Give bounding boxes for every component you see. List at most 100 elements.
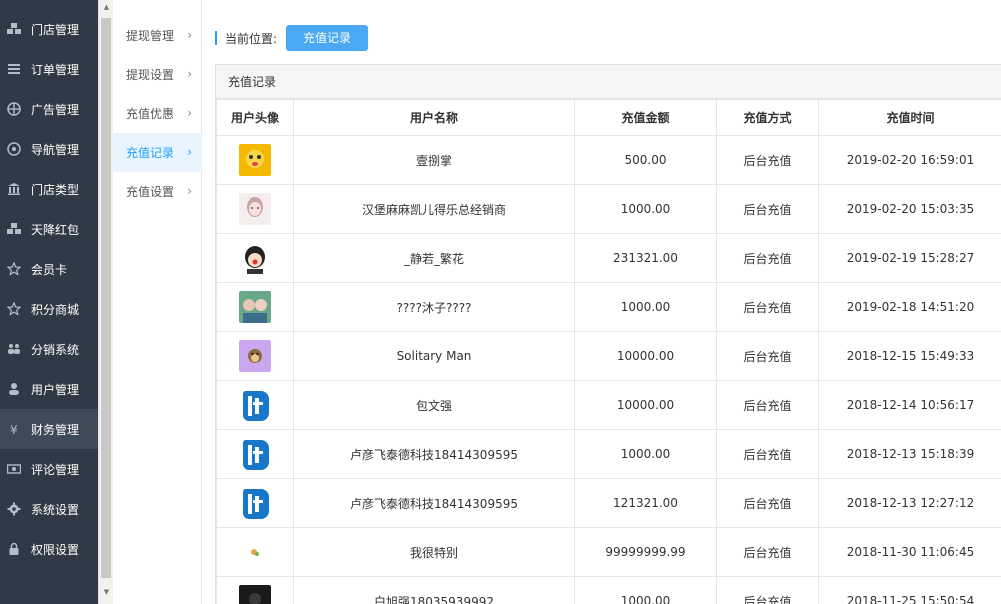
list-icon [7, 62, 21, 76]
time-cell: 2019-02-20 15:03:35 [818, 184, 1001, 234]
sidebar-item-label: 财务管理 [31, 422, 80, 437]
time-cell: 2019-02-19 15:28:27 [818, 233, 1001, 283]
username-cell: ????沐子???? [293, 282, 575, 332]
amount-cell: 231321.00 [574, 233, 717, 283]
breadcrumb: 当前位置: 充值记录 [215, 25, 369, 51]
time-cell: 2019-02-18 14:51:20 [818, 282, 1001, 332]
sidebar-item-1[interactable]: 订单管理 [0, 49, 98, 89]
compass-icon [7, 142, 21, 156]
sidebar-item-label: 天降红包 [31, 222, 80, 237]
sidebar-item-13[interactable]: 权限设置 [0, 529, 98, 569]
table-row: ????沐子???? 1000.00 后台充值 2019-02-18 14:51:20 [216, 282, 1001, 332]
avatar-cell [216, 135, 294, 185]
header-username: 用户名称 [293, 99, 575, 136]
sidebar-item-5[interactable]: 天降红包 [0, 209, 98, 249]
avatar [239, 193, 271, 225]
table-row: 壹捌掌 500.00 后台充值 2019-02-20 16:59:01 [216, 135, 1001, 185]
method-cell: 后台充值 [716, 282, 819, 332]
sidebar-item-label: 导航管理 [31, 142, 80, 157]
sidebar-item-label: 广告管理 [31, 102, 80, 117]
submenu-item-2[interactable]: 充值优惠 › [113, 94, 202, 133]
submenu-item-label: 充值设置 [126, 185, 175, 199]
avatar [239, 389, 271, 421]
scroll-down-icon[interactable]: ▼ [102, 588, 111, 597]
avatar [239, 536, 271, 568]
method-cell: 后台充值 [716, 576, 819, 604]
user-icon [7, 382, 21, 396]
sidebar-item-8[interactable]: 分销系统 [0, 329, 98, 369]
time-cell: 2018-11-30 11:06:45 [818, 527, 1001, 577]
avatar [239, 487, 271, 519]
users-icon [7, 342, 21, 356]
sidebar-item-9[interactable]: 用户管理 [0, 369, 98, 409]
lock-icon [7, 542, 21, 556]
breadcrumb-current-button[interactable]: 充值记录 [286, 25, 369, 51]
svg-text:¥: ¥ [10, 423, 18, 436]
bank-icon [7, 182, 21, 196]
table-row: 包文强 10000.00 后台充值 2018-12-14 10:56:17 [216, 380, 1001, 430]
sidebar-item-10[interactable]: ¥ 财务管理 [0, 409, 98, 449]
star-icon [7, 262, 21, 276]
header-amount: 充值金额 [574, 99, 717, 136]
time-cell: 2018-12-15 15:49:33 [818, 331, 1001, 381]
avatar [239, 438, 271, 470]
username-cell: Solitary Man [293, 331, 575, 381]
scroll-up-icon[interactable]: ▲ [102, 3, 111, 12]
sidebar-item-0[interactable]: 门店管理 [0, 9, 98, 49]
chevron-right-icon: › [187, 106, 192, 120]
table-row: 卢彦飞泰德科技18414309595 121321.00 后台充值 2018-12-1… [216, 478, 1001, 528]
sidebar-item-11[interactable]: 评论管理 [0, 449, 98, 489]
amount-cell: 10000.00 [574, 331, 717, 381]
sidebar-item-4[interactable]: 门店类型 [0, 169, 98, 209]
amount-cell: 99999999.99 [574, 527, 717, 577]
username-cell: 卢彦飞泰德科技18414309595 [293, 478, 575, 528]
submenu: 提现管理 › 提现设置 › 充值优惠 › 充值记录 › 充值设置 › [113, 0, 202, 604]
time-cell: 2019-02-20 16:59:01 [818, 135, 1001, 185]
sidebar-item-label: 订单管理 [31, 62, 80, 77]
sidebar-item-12[interactable]: 系统设置 [0, 489, 98, 529]
sidebar-item-7[interactable]: 积分商城 [0, 289, 98, 329]
gear-icon [7, 502, 21, 516]
records-panel: 充值记录 用户头像 用户名称 充值金额 充值方式 充值时间 壹捌掌 500.00 后… [215, 64, 1001, 604]
avatar-cell [216, 478, 294, 528]
username-cell: 白旭强18035939992 [293, 576, 575, 604]
sidebar-scrollbar[interactable]: ▲ ▼ [98, 0, 113, 604]
amount-cell: 1000.00 [574, 429, 717, 479]
amount-cell: 1000.00 [574, 282, 717, 332]
sidebar-item-label: 权限设置 [31, 542, 80, 557]
method-cell: 后台充值 [716, 233, 819, 283]
table-row: 卢彦飞泰德科技18414309595 1000.00 后台充值 2018-12-13 … [216, 429, 1001, 479]
sidebar-item-3[interactable]: 导航管理 [0, 129, 98, 169]
main-sidebar: 门店管理 订单管理 广告管理 导航管理 门店类型 天降红包 会员卡 积分商城 分销系统 用户管理 ¥… [0, 0, 113, 604]
sidebar-item-2[interactable]: 广告管理 [0, 89, 98, 129]
header-avatar: 用户头像 [216, 99, 294, 136]
submenu-item-0[interactable]: 提现管理 › [113, 16, 202, 55]
sidebar-item-label: 门店管理 [31, 22, 80, 37]
avatar [239, 340, 271, 372]
sidebar-item-label: 评论管理 [31, 462, 80, 477]
time-cell: 2018-12-14 10:56:17 [818, 380, 1001, 430]
username-cell: 壹捌掌 [293, 135, 575, 185]
submenu-item-1[interactable]: 提现设置 › [113, 55, 202, 94]
recharge-table: 用户头像 用户名称 充值金额 充值方式 充值时间 壹捌掌 500.00 后台充值 20… [216, 99, 1001, 604]
avatar-cell [216, 576, 294, 604]
avatar-cell [216, 184, 294, 234]
sidebar-scroll-thumb[interactable] [101, 18, 111, 578]
submenu-item-4[interactable]: 充值设置 › [113, 172, 202, 211]
chevron-right-icon: › [187, 67, 192, 81]
table-header-row: 用户头像 用户名称 充值金额 充值方式 充值时间 [216, 99, 1001, 136]
table-row: 汉堡麻麻凯儿得乐总经销商 1000.00 后台充值 2019-02-20 15:03:… [216, 184, 1001, 234]
avatar [239, 242, 271, 274]
cubes-icon [7, 22, 21, 36]
avatar-cell [216, 282, 294, 332]
amount-cell: 500.00 [574, 135, 717, 185]
username-cell: 包文强 [293, 380, 575, 430]
sidebar-item-label: 分销系统 [31, 342, 80, 357]
submenu-item-3[interactable]: 充值记录 › [113, 133, 202, 172]
method-cell: 后台充值 [716, 380, 819, 430]
submenu-item-label: 提现设置 [126, 68, 175, 82]
sidebar-item-6[interactable]: 会员卡 [0, 249, 98, 289]
method-cell: 后台充值 [716, 135, 819, 185]
time-cell: 2018-12-13 15:18:39 [818, 429, 1001, 479]
table-row: 白旭强18035939992 1000.00 后台充值 2018-11-25 15:5… [216, 576, 1001, 604]
